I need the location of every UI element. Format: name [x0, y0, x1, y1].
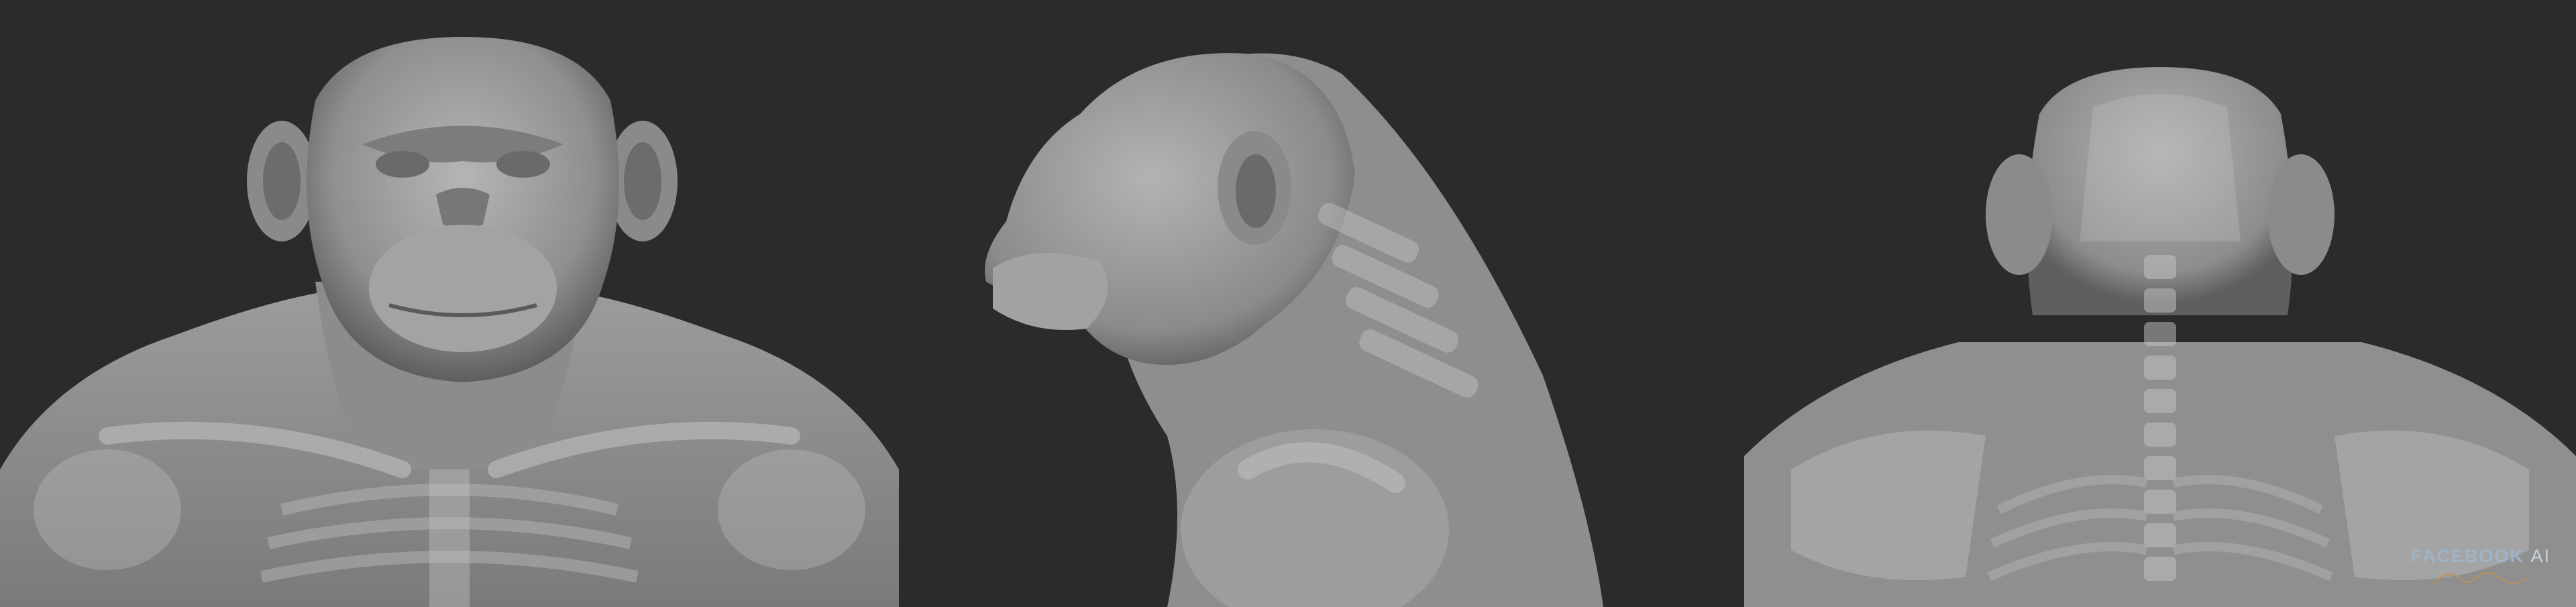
chimpanzee-front-view [0, 0, 899, 607]
chimpanzee-back-view [1744, 0, 2576, 607]
render-canvas: FACEBOOK AI [0, 0, 2576, 607]
brand-suffix: AI [2530, 546, 2551, 566]
artist-signature-icon [2433, 572, 2527, 585]
chimpanzee-side-view [966, 0, 1677, 607]
brand-name: FACEBOOK [2410, 546, 2524, 566]
